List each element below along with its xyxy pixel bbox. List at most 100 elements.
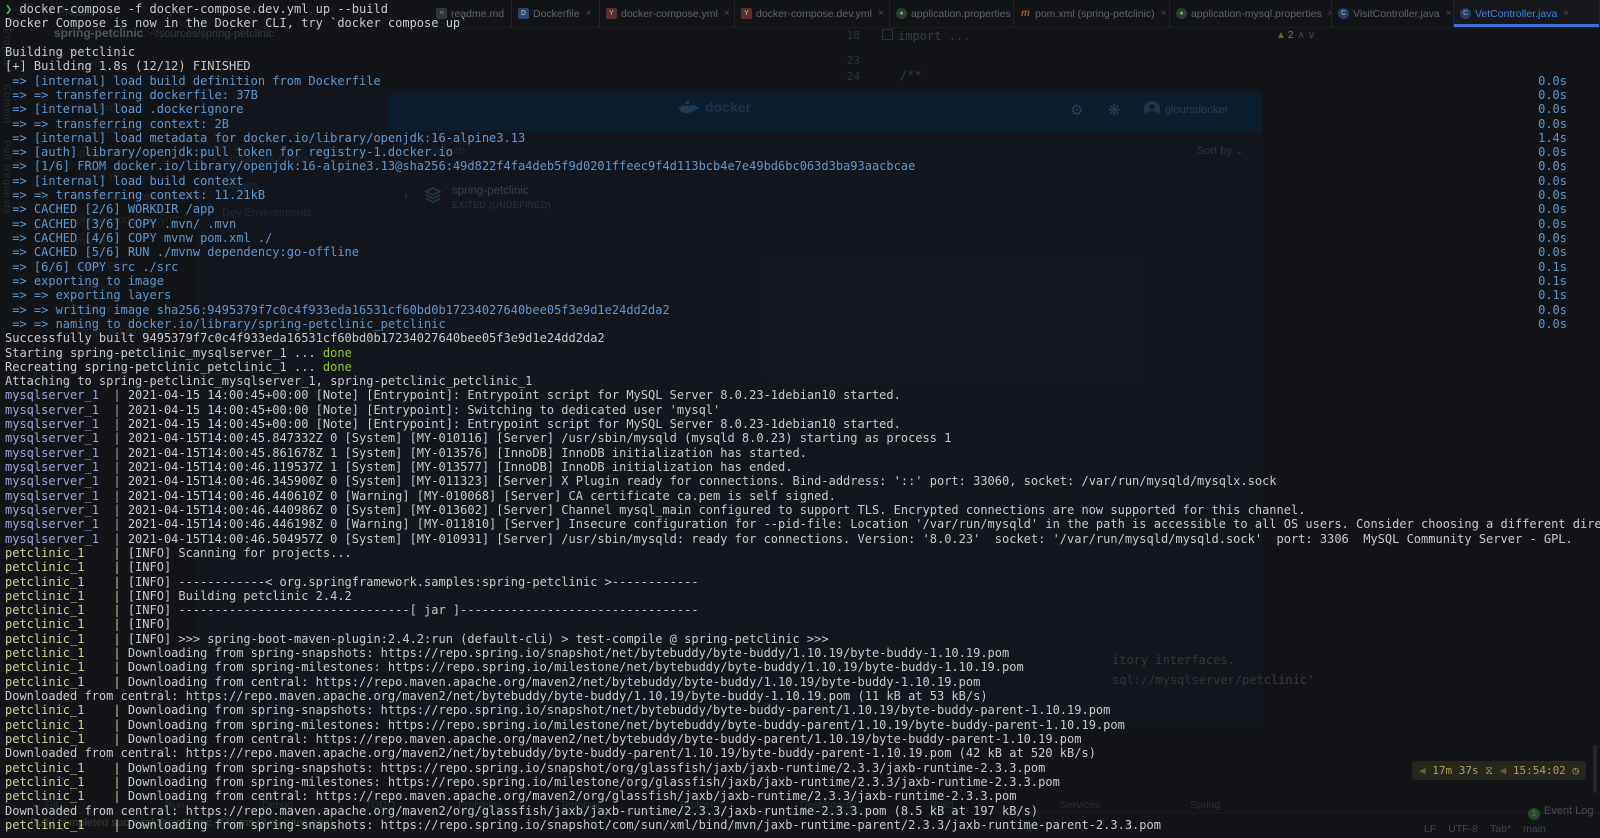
terminal-line: => [internal] load .dockerignore 0.0s [5,102,1567,117]
screen: Project Commit Pull Requests Project spr… [0,0,1600,838]
service-prefix: petclinic_1 | [5,789,121,804]
terminal-line: mysqlserver_1 | 2021-04-15T14:00:46.5049… [5,531,1573,546]
terminal-line: petclinic_1 | Downloading from spring-mi… [5,717,1125,732]
terminal-line: mysqlserver_1 | 2021-04-15 14:00:45+00:0… [5,388,901,403]
build-step-duration: 0.1s [1538,288,1567,303]
terminal-line: => CACHED [2/6] WORKDIR /app 0.0s [5,202,1567,217]
terminal-line: => CACHED [3/6] COPY .mvn/ .mvn 0.0s [5,216,1567,231]
terminal-line: Building petclinic [5,44,136,59]
terminal-line: petclinic_1 | [INFO] -------------------… [5,603,699,618]
terminal[interactable]: ❯ docker-compose -f docker-compose.dev.y… [0,0,1600,838]
build-step-duration: 0.0s [1538,202,1567,217]
service-prefix: petclinic_1 | [5,774,121,789]
service-prefix: mysqlserver_1 | [5,388,121,403]
service-prefix: mysqlserver_1 | [5,474,121,489]
build-step-duration: 0.1s [1538,273,1567,288]
terminal-line: mysqlserver_1 | 2021-04-15T14:00:46.1195… [5,460,793,474]
build-step-duration: 0.0s [1538,316,1567,331]
service-prefix: mysqlserver_1 | [5,402,121,417]
terminal-line: mysqlserver_1 | 2021-04-15 14:00:45+00:0… [5,402,721,417]
service-prefix: petclinic_1 | [5,631,121,646]
terminal-line: Docker Compose is now in the Docker CLI,… [5,16,468,31]
service-prefix: petclinic_1 | [5,731,121,746]
terminal-line: petclinic_1 | [INFO] [5,560,172,575]
service-prefix: petclinic_1 | [5,817,121,832]
service-prefix: mysqlserver_1 | [5,431,121,446]
service-prefix: petclinic_1 | [5,703,121,718]
prompt-icon: ❯ [5,2,13,16]
build-step-duration: 0.0s [1538,216,1567,231]
terminal-line: => => exporting layers 0.1s [5,288,1567,303]
terminal-line: petclinic_1 | Downloading from spring-mi… [5,660,1024,675]
terminal-line: => CACHED [4/6] COPY mvnw pom.xml ./0.0s [5,231,1567,245]
build-step-duration: 0.0s [1538,231,1567,245]
terminal-line: Attaching to spring-petclinic_mysqlserve… [5,374,533,389]
service-prefix: petclinic_1 | [5,660,121,675]
terminal-line: petclinic_1 | Downloading from spring-sn… [5,817,1161,832]
service-prefix: petclinic_1 | [5,560,121,575]
terminal-line: mysqlserver_1 | 2021-04-15T14:00:46.4406… [5,488,836,503]
service-prefix: petclinic_1 | [5,588,121,603]
terminal-line: petclinic_1 | [INFO] ------------< org.s… [5,574,699,589]
terminal-line: mysqlserver_1 | 2021-04-15T14:00:46.4409… [5,502,1306,517]
terminal-line: ❯ docker-compose -f docker-compose.dev.y… [5,2,388,16]
terminal-line: petclinic_1 | Downloading from spring-mi… [5,774,1060,789]
build-step-duration: 0.0s [1538,302,1567,317]
build-step-duration: 0.0s [1538,87,1567,102]
terminal-line: => [auth] library/openjdk:pull token for… [5,145,1567,160]
build-step-duration: 0.0s [1538,188,1567,203]
service-prefix: petclinic_1 | [5,574,121,589]
done-status: done [322,345,352,360]
build-step-duration: 0.1s [1538,259,1567,274]
terminal-line: Downloaded from central: https://repo.ma… [5,746,1096,761]
terminal-line: petclinic_1 | Downloading from central: … [5,789,1017,804]
terminal-line: => => transferring context: 11.21kB 0.0s [5,188,1567,203]
terminal-line: petclinic_1 | Downloading from spring-sn… [5,760,1046,775]
service-prefix: petclinic_1 | [5,545,121,560]
terminal-line: petclinic_1 | Downloading from central: … [5,731,1082,746]
terminal-line: petclinic_1 | [INFO] [5,617,172,632]
terminal-line: Downloaded from central: https://repo.ma… [5,689,988,703]
service-prefix: mysqlserver_1 | [5,460,121,474]
terminal-line: => => transferring context: 2B 0.0s [5,116,1567,131]
terminal-line: [+] Building 1.8s (12/12) FINISHED [5,59,251,74]
service-prefix: petclinic_1 | [5,717,121,732]
terminal-line: petclinic_1 | [INFO] Building petclinic … [5,588,352,603]
terminal-line: => exporting to image 0.1s [5,273,1567,288]
terminal-line: mysqlserver_1 | 2021-04-15T14:00:46.4461… [5,517,1600,532]
terminal-line: => [internal] load build context 0.0s [5,173,1567,188]
terminal-line: petclinic_1 | Downloading from spring-sn… [5,703,1111,718]
terminal-line: petclinic_1 | Downloading from spring-sn… [5,646,1010,661]
terminal-line: mysqlserver_1 | 2021-04-15T14:00:45.8473… [5,431,952,446]
build-step-duration: 0.0s [1538,116,1567,131]
terminal-line: mysqlserver_1 | 2021-04-15T14:00:46.3459… [5,474,1277,489]
terminal-line: Starting spring-petclinic_mysqlserver_1 … [5,345,352,360]
service-prefix: mysqlserver_1 | [5,417,121,432]
terminal-line: => [internal] load build definition from… [5,73,1567,88]
build-step-duration: 0.0s [1538,102,1567,117]
terminal-line: => [internal] load metadata for docker.i… [5,130,1567,145]
terminal-line: => [1/6] FROM docker.io/library/openjdk:… [5,159,1567,174]
terminal-line: => => naming to docker.io/library/spring… [5,316,1567,331]
service-prefix: mysqlserver_1 | [5,445,121,460]
build-step-duration: 0.0s [1538,245,1567,260]
service-prefix: petclinic_1 | [5,603,121,618]
service-prefix: mysqlserver_1 | [5,502,121,517]
build-step-duration: 0.0s [1538,159,1567,174]
build-step-duration: 1.4s [1538,130,1567,145]
terminal-line: => => transferring dockerfile: 37B 0.0s [5,87,1567,102]
service-prefix: mysqlserver_1 | [5,488,121,503]
service-prefix: mysqlserver_1 | [5,531,121,546]
terminal-line: => [6/6] COPY src ./src 0.1s [5,259,1567,274]
service-prefix: petclinic_1 | [5,760,121,775]
build-step-duration: 0.0s [1538,73,1567,88]
terminal-line: Recreating spring-petclinic_petclinic_1 … [5,359,352,374]
terminal-line: petclinic_1 | [INFO] >>> spring-boot-mav… [5,631,829,646]
build-step-duration: 0.0s [1538,145,1567,160]
terminal-line: => => writing image sha256:9495379f7c0c4… [5,302,1567,317]
terminal-line: Downloaded from central: https://repo.ma… [5,803,1039,818]
terminal-line: => CACHED [5/6] RUN ./mvnw dependency:go… [5,245,1567,260]
service-prefix: petclinic_1 | [5,674,121,689]
terminal-line: petclinic_1 | Downloading from central: … [5,674,981,689]
service-prefix: petclinic_1 | [5,617,121,632]
